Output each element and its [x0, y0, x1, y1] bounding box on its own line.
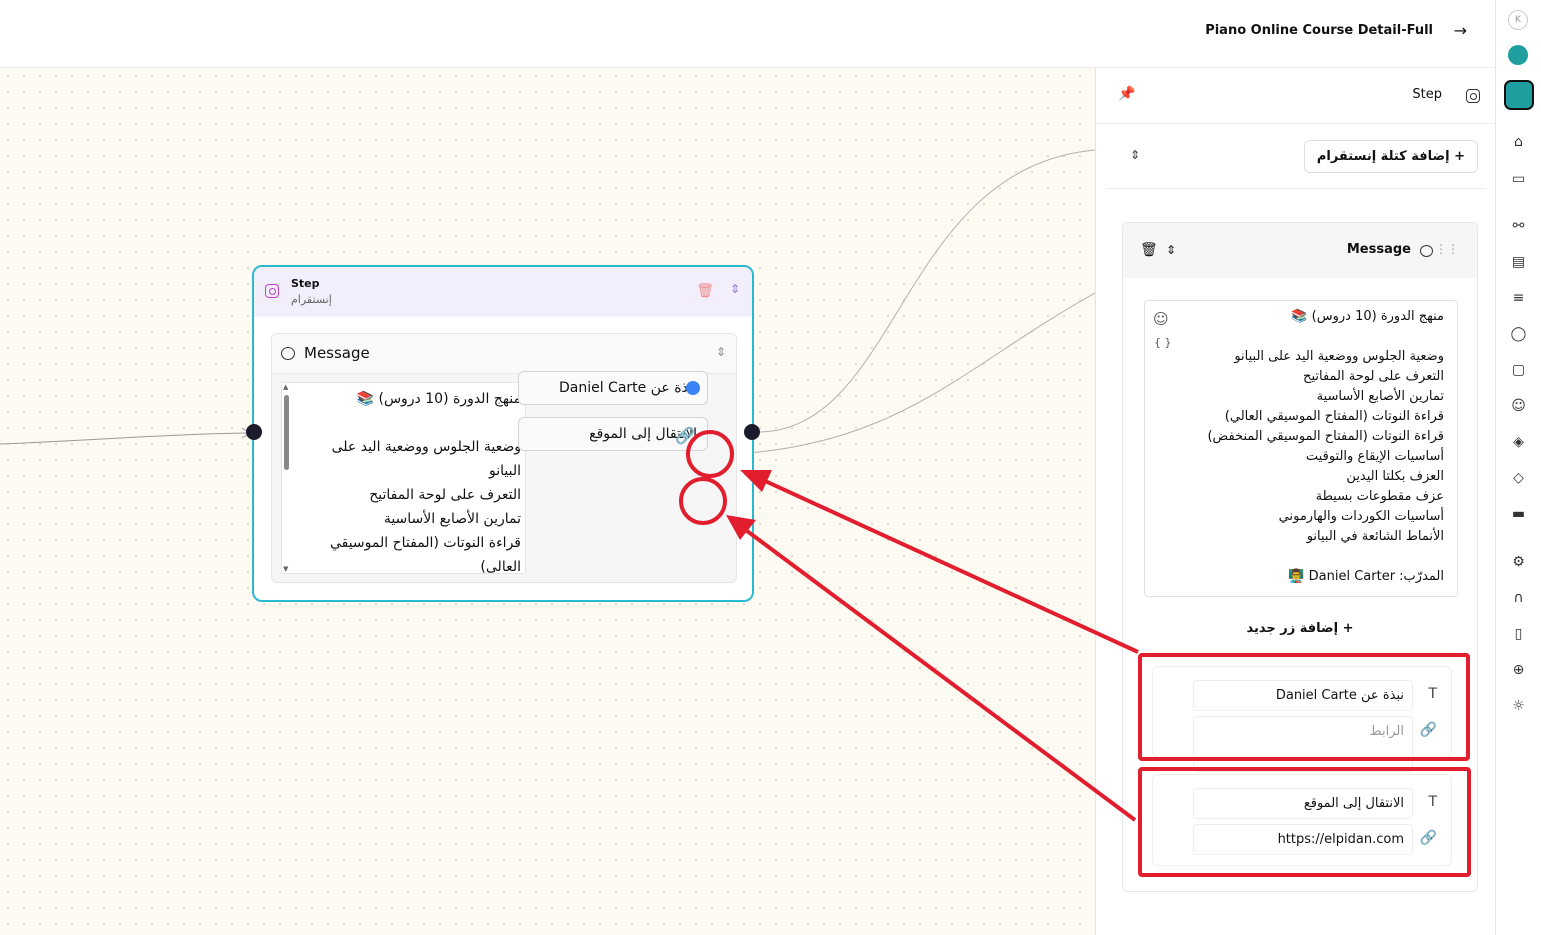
users-icon[interactable]: ☺ [1510, 398, 1527, 415]
tag-icon[interactable]: ◇ [1510, 470, 1527, 487]
sort-icon[interactable]: ⇕ [730, 282, 740, 296]
headset-icon[interactable]: ∩ [1510, 590, 1527, 607]
message-header: Message ⇕ [272, 334, 736, 374]
node-subtitle: إنستقرام [291, 293, 332, 306]
trash-icon[interactable]: 🗑 [1140, 242, 1158, 258]
add-new-button[interactable]: + إضافة زر جديد [1123, 621, 1477, 636]
page-title: Piano Online Course Detail-Full [1205, 23, 1433, 38]
instagram-icon [265, 284, 279, 298]
scroll-down-icon[interactable]: ▼ [283, 565, 288, 573]
flow-canvas[interactable]: Step إنستقرام 🗑 ⇕ Message ⇕ ▲ ▼ منهج الد… [0, 68, 1095, 935]
trash-icon[interactable]: 🗑 [696, 283, 714, 299]
highlight-box [1138, 767, 1471, 877]
app-sidebar: K ⌂ ▭ ⚯ ▤ ≡ ◯ ▢ ☺ ◈ ◇ ▬ ⚙ ∩ ▯ ⊕ ☼ [1495, 0, 1541, 935]
sort-icon[interactable]: ⇕ [1130, 148, 1140, 162]
chat-bubble-icon [1420, 245, 1433, 257]
list-icon[interactable]: ≡ [1510, 290, 1527, 307]
top-bar: Piano Online Course Detail-Full → [0, 0, 1495, 68]
text-line: وضعية الجلوس ووضعية اليد على البيانو [1234, 349, 1444, 364]
text-line: التعرف على لوحة المفاتيح [369, 487, 521, 503]
add-instagram-block-button[interactable]: + إضافة كتلة إنستقرام [1303, 140, 1478, 173]
highlight-circle [686, 430, 734, 478]
message-icon[interactable]: ▢ [1510, 362, 1527, 379]
text-line: الأنماط الشائعة في البيانو [1306, 529, 1444, 544]
instagram-icon [1466, 89, 1480, 103]
avatar[interactable] [1508, 45, 1528, 65]
message-lines: منهج الدورة (10 دروس) 📚 وضعية الجلوس ووض… [1164, 307, 1444, 587]
sort-icon[interactable]: ⇕ [1166, 243, 1176, 257]
drag-handle-icon[interactable]: ⋮⋮ [1435, 242, 1459, 256]
add-block-label: إضافة كتلة إنستقرام [1316, 149, 1450, 164]
sort-icon[interactable]: ⇕ [716, 345, 726, 359]
scrollbar[interactable] [284, 395, 289, 470]
globe-icon[interactable]: ⊕ [1510, 662, 1527, 679]
text-line: تمارين الأصابع الأساسية [383, 511, 521, 527]
node-header: Step إنستقرام 🗑 ⇕ [254, 267, 752, 317]
button-output-handle[interactable] [686, 381, 700, 395]
input-handle[interactable] [246, 424, 262, 440]
text-line: تمارين الأصابع الأساسية [1316, 389, 1444, 404]
text-line: أساسيات الإيقاع والتوقيت [1305, 449, 1444, 464]
message-label: Message [1346, 242, 1411, 257]
home-icon[interactable]: ⌂ [1510, 134, 1527, 151]
box-icon[interactable]: ◈ [1510, 434, 1527, 451]
node-title: Step [291, 277, 320, 290]
scroll-up-icon[interactable]: ▲ [283, 383, 288, 391]
text-line: قراءة النوتات (المفتاح الموسيقي المنخفض) [1207, 429, 1444, 444]
panel-header: 📌 Step [1096, 68, 1495, 124]
ticket-icon[interactable]: ▬ [1510, 506, 1527, 523]
text-line [1164, 547, 1444, 567]
text-line: قراءة النوتات (المفتاح الموسيقي العالي) [1224, 409, 1444, 424]
sun-icon[interactable]: ☼ [1510, 698, 1527, 715]
message-lines: منهج الدورة (10 دروس) 📚 وضعية الجلوس ووض… [296, 387, 521, 574]
text-line: المدرّب: Daniel Carter 👨‍🏫 [1288, 569, 1444, 584]
highlight-circle [679, 477, 727, 525]
flow-icon[interactable]: ⚯ [1510, 218, 1527, 235]
text-line [1164, 327, 1444, 347]
panel-title: Step [1412, 87, 1442, 102]
inbox-icon[interactable]: ▭ [1510, 171, 1527, 188]
text-line: وضعية الجلوس ووضعية اليد على البيانو [331, 439, 521, 479]
book-icon[interactable]: ▯ [1510, 626, 1527, 643]
message-text-preview[interactable]: ▲ ▼ منهج الدورة (10 دروس) 📚 وضعية الجلوس… [281, 382, 526, 574]
text-line: التعرف على لوحة المفاتيح [1303, 369, 1444, 384]
text-line: منهج الدورة (10 دروس) 📚 [356, 391, 521, 407]
message-textarea[interactable]: ☺ { } منهج الدورة (10 دروس) 📚 وضعية الجل… [1144, 300, 1458, 597]
chat-bubble-icon [281, 347, 295, 360]
text-line: قراءة النوتات (المفتاح الموسيقي العالي) [329, 535, 521, 574]
layout-icon[interactable]: ▤ [1510, 254, 1527, 271]
divider [1106, 188, 1485, 189]
text-line: منهج الدورة (10 دروس) 📚 [1291, 309, 1444, 324]
text-line: أساسيات الكوردات والهارموني [1278, 509, 1444, 524]
message-label: Message [304, 344, 370, 362]
message-editor-header: 🗑 ⇕ Message ⋮⋮ [1123, 223, 1477, 278]
arrow-right-icon[interactable]: → [1454, 21, 1467, 40]
collapse-icon[interactable]: K [1508, 10, 1528, 30]
add-button-label: إضافة زر جديد [1246, 621, 1339, 636]
active-workspace-avatar[interactable] [1504, 80, 1534, 110]
text-line: العزف بكلتا اليدين [1346, 469, 1444, 484]
node-button-about[interactable]: نبذة عن Daniel Carte [518, 371, 708, 405]
pin-icon[interactable]: 📌 [1118, 86, 1135, 102]
settings-icon[interactable]: ⚙ [1510, 554, 1527, 571]
output-handle[interactable] [744, 424, 760, 440]
text-line [296, 411, 521, 435]
text-line: عزف مقطوعات بسيطة [1315, 489, 1444, 504]
chat-icon[interactable]: ◯ [1510, 326, 1527, 343]
highlight-box [1138, 653, 1470, 761]
step-node[interactable]: Step إنستقرام 🗑 ⇕ Message ⇕ ▲ ▼ منهج الد… [252, 265, 754, 602]
